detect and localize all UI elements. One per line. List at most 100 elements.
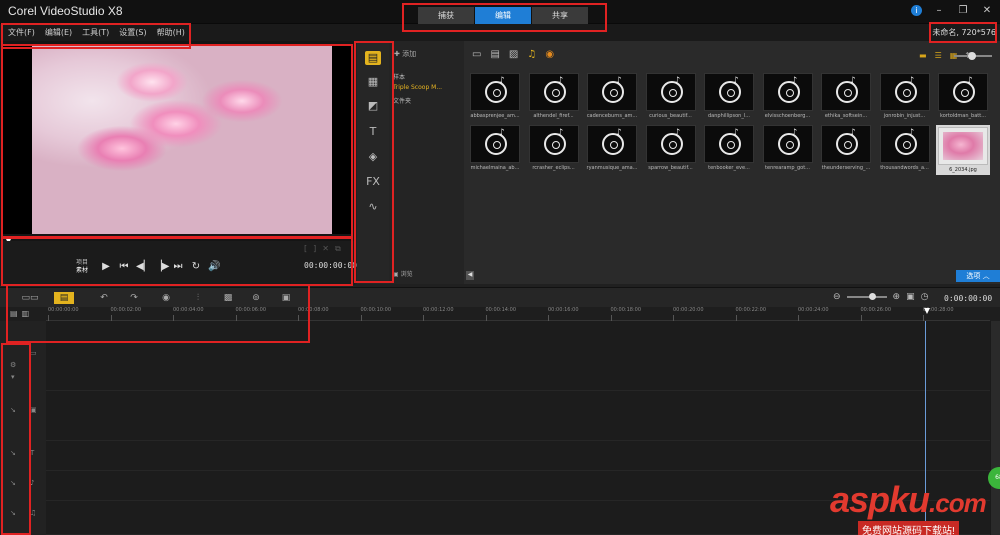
ruler-tick-label: 00:00:10:00 bbox=[360, 307, 392, 321]
options-label: 选项 bbox=[966, 272, 981, 280]
library-audio-item[interactable]: ♪ elvisschoenberg... bbox=[761, 73, 815, 121]
folder-samples[interactable]: 样本 bbox=[393, 72, 405, 81]
add-folder-label: 添加 bbox=[402, 50, 417, 58]
music-note-icon: ♪ bbox=[967, 76, 973, 86]
library-photo-item[interactable]: 6_2034.jpg bbox=[936, 125, 990, 175]
music-note-icon: ♪ bbox=[908, 128, 915, 138]
minimize-icon[interactable]: – bbox=[932, 5, 946, 17]
music-note-icon: ♪ bbox=[791, 76, 798, 86]
collapse-icon[interactable]: ◀ bbox=[466, 271, 474, 280]
music-note-icon: ♪ bbox=[499, 128, 505, 138]
library-nav: ✚ 添加 样本 Triple Scoop M... 文件夹 ▣ 浏览 bbox=[389, 41, 464, 284]
audio-thumbnail: ♪ bbox=[645, 73, 696, 111]
library-audio-item[interactable]: ♪ tenbooker_eve... bbox=[702, 125, 756, 173]
thumbnail-size-slider[interactable] bbox=[954, 52, 992, 60]
app-title: Corel VideoStudio X8 bbox=[8, 4, 123, 18]
music-note-icon: ♪ bbox=[908, 76, 915, 86]
folder-triple-scoop[interactable]: Triple Scoop M... bbox=[393, 84, 442, 91]
library-audio-item[interactable]: ♪ ryanmusique_ama... bbox=[585, 125, 639, 173]
thumbnail-caption: thousandwords_a... bbox=[880, 165, 929, 171]
zoom-in-icon[interactable]: ⊕ bbox=[893, 292, 901, 302]
fit-project-icon[interactable]: ▣ bbox=[906, 292, 915, 302]
ruler-tick-label: 00:00:12:00 bbox=[423, 307, 454, 321]
vertical-scrollbar[interactable] bbox=[991, 321, 1000, 535]
thumbnail-caption: theunderserving_... bbox=[821, 165, 871, 171]
zoom-out-icon[interactable]: ⊖ bbox=[833, 292, 841, 302]
library-audio-item[interactable]: ♪ kortoldman_batt... bbox=[936, 73, 990, 121]
audio-thumbnail: ♪ bbox=[704, 125, 754, 163]
overlay-track[interactable] bbox=[46, 391, 990, 441]
audio-thumbnail: ♪ bbox=[528, 125, 579, 163]
library-audio-item[interactable]: ♪ danphillipson_l... bbox=[702, 73, 756, 121]
audio-thumbnail: ♪ bbox=[704, 73, 754, 111]
timeline-zoom: ⊖ ⊕ ▣ ◷ bbox=[833, 292, 928, 302]
watermark-domain: .com bbox=[929, 488, 987, 518]
browse-icon: ▣ bbox=[393, 271, 401, 278]
plus-icon: ✚ bbox=[394, 50, 403, 58]
thumbnail-caption: rcrasher_eclips... bbox=[532, 165, 575, 171]
annotation-box-transport bbox=[1, 236, 353, 286]
restore-icon[interactable]: ❐ bbox=[956, 5, 970, 17]
app-window: Corel VideoStudio X8 捕获 编辑 共享 i – ❐ ✕ 文件… bbox=[0, 0, 1000, 535]
music-note-icon: ♪ bbox=[674, 76, 681, 86]
ruler-tick-label: 00:00:14:00 bbox=[485, 307, 517, 321]
music-note-icon: ♪ bbox=[499, 76, 505, 86]
show-audio-icon[interactable]: ♫ bbox=[527, 49, 536, 60]
annotation-box-timeline-toolbar bbox=[6, 284, 310, 343]
add-folder-button[interactable]: ✚ 添加 bbox=[394, 49, 416, 59]
thumbnail-caption: elvisschoenberg... bbox=[764, 113, 811, 119]
thumbnail-caption: 6_2034.jpg bbox=[949, 167, 977, 173]
audio-thumbnail: ♪ bbox=[821, 73, 871, 111]
music-note-icon: ♪ bbox=[733, 76, 739, 86]
timeline-timecode[interactable]: 0:00:00:00 bbox=[944, 294, 992, 303]
info-icon[interactable]: i bbox=[911, 5, 922, 16]
library-thumbnails: ♪ abbasprenjee_am... ♪ althendel_firef... ♪ c… bbox=[468, 73, 996, 175]
library-audio-item[interactable]: ♪ michaelmaina_ab... bbox=[468, 125, 522, 173]
timeline-zoom-slider[interactable] bbox=[846, 293, 887, 300]
library-audio-item[interactable]: ♪ sparrow_beautif... bbox=[644, 125, 698, 173]
thumbnail-caption: ethika_softsein... bbox=[824, 113, 868, 119]
thumbnail-view-icon[interactable]: ▬ bbox=[919, 51, 927, 60]
library-audio-item[interactable]: ♪ curious_beautif... bbox=[644, 73, 698, 121]
music-note-icon: ♪ bbox=[791, 128, 798, 138]
annotation-box-preview bbox=[1, 44, 353, 239]
audio-thumbnail: ♪ bbox=[587, 73, 637, 111]
browse-label: 浏览 bbox=[400, 271, 413, 278]
library-toolbar: ▭ ▤ ▨ ♫ ◉ bbox=[472, 49, 554, 60]
show-photo-icon[interactable]: ▨ bbox=[509, 49, 518, 60]
folder-folder[interactable]: 文件夹 bbox=[393, 96, 411, 105]
library-audio-item[interactable]: ♪ tenrearamp_got... bbox=[761, 125, 815, 173]
list-view-icon[interactable]: ☰ bbox=[935, 51, 942, 60]
thumbnail-caption: ryanmusique_ama... bbox=[586, 165, 638, 171]
annotation-box-library-tools bbox=[354, 41, 394, 283]
library-audio-item[interactable]: ♪ abbasprenjee_am... bbox=[468, 73, 522, 121]
thumbnail-caption: althendel_firef... bbox=[533, 113, 574, 119]
title-track[interactable] bbox=[46, 441, 990, 471]
thumbnail-caption: tenrearamp_got... bbox=[765, 165, 810, 171]
folder-icon[interactable]: ▭ bbox=[472, 49, 481, 60]
audio-thumbnail: ♪ bbox=[821, 125, 871, 163]
music-note-icon: ♪ bbox=[616, 128, 622, 138]
library-audio-item[interactable]: ♪ jonrobin_injust... bbox=[878, 73, 932, 121]
library-audio-item[interactable]: ♪ ethika_softsein... bbox=[819, 73, 873, 121]
browse-button[interactable]: ▣ 浏览 bbox=[393, 269, 413, 278]
library-audio-item[interactable]: ♪ thousandwords_a... bbox=[878, 125, 932, 173]
options-button[interactable]: 选项 ︿ bbox=[956, 270, 1000, 282]
music-note-icon: ♪ bbox=[674, 128, 681, 138]
show-video-icon[interactable]: ▤ bbox=[490, 49, 499, 60]
audio-thumbnail: ♪ bbox=[470, 73, 520, 111]
library-options-bar: ◀ 选项 ︿ bbox=[464, 269, 1000, 283]
library-audio-item[interactable]: ♪ althendel_firef... bbox=[527, 73, 581, 121]
photo-thumbnail bbox=[938, 127, 988, 165]
library-audio-item[interactable]: ♪ cadenceburns_am... bbox=[585, 73, 639, 121]
close-icon[interactable]: ✕ bbox=[980, 5, 994, 17]
clock-icon[interactable]: ◷ bbox=[921, 292, 929, 302]
thumbnail-caption: danphillipson_l... bbox=[708, 113, 750, 119]
thumbnail-caption: curious_beautif... bbox=[649, 113, 692, 119]
library-audio-item[interactable]: ♪ rcrasher_eclips... bbox=[527, 125, 581, 173]
thumbnail-caption: tenbooker_eve... bbox=[708, 165, 750, 171]
triple-scoop-icon[interactable]: ◉ bbox=[545, 49, 554, 60]
library-audio-item[interactable]: ♪ theunderserving_... bbox=[819, 125, 873, 173]
music-note-icon: ♪ bbox=[850, 76, 856, 86]
music-note-icon: ♪ bbox=[733, 128, 739, 138]
